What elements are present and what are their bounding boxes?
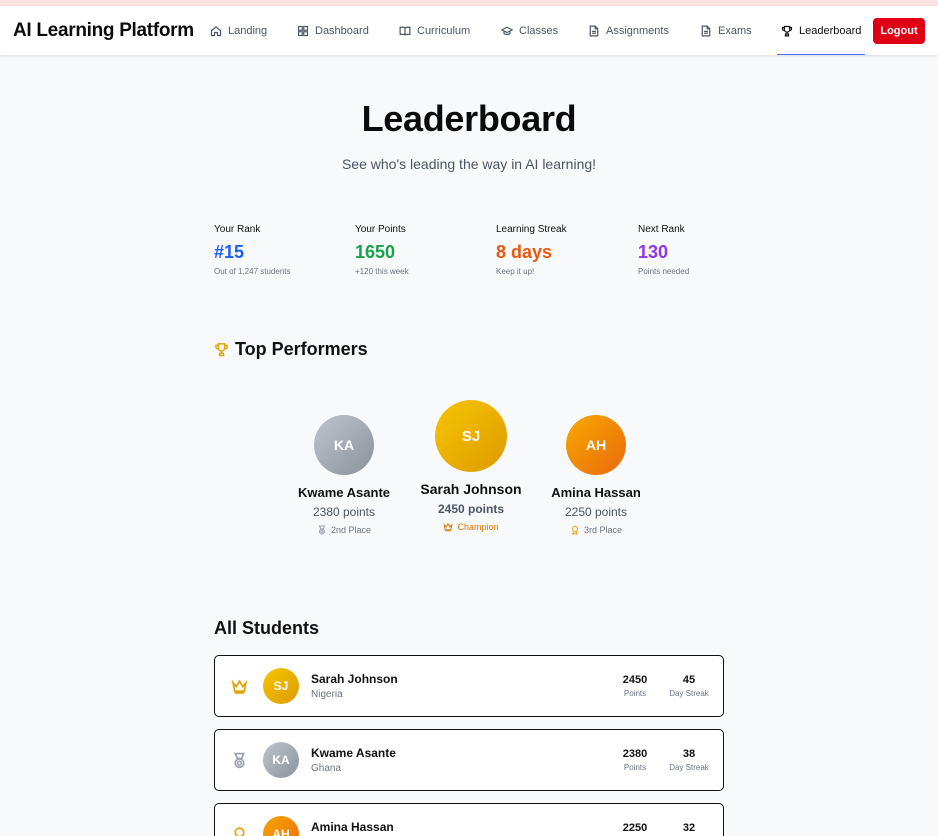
stat-next-rank: Next Rank 130 Points needed [638, 224, 768, 276]
stat-note: Out of 1,247 students [214, 267, 291, 276]
nav-item-label: Leaderboard [799, 24, 862, 37]
podium-points: 2250 points [564, 505, 628, 519]
nav-item-leaderboard[interactable]: Leaderboard [776, 6, 866, 55]
nav-item-label: Exams [718, 24, 752, 37]
logout-button[interactable]: Logout [873, 18, 925, 44]
points-metric: 2380 Points [617, 748, 653, 772]
streak-metric: 45 Day Streak [663, 674, 715, 698]
rank-icon [231, 752, 248, 769]
file-text-icon [701, 25, 711, 36]
rank-icon [231, 678, 248, 695]
nav-item-label: Dashboard [315, 24, 369, 37]
brand-title[interactable]: AI Learning Platform [13, 20, 194, 42]
points-label: Points [623, 763, 647, 772]
stat-learning-streak: Learning Streak 8 days Keep it up! [496, 224, 626, 276]
avatar: KA [314, 415, 374, 475]
streak-metric: 38 Day Streak [663, 748, 715, 772]
stat-label: Next Rank [638, 224, 685, 235]
stat-note: Keep it up! [496, 267, 535, 276]
stat-label: Learning Streak [496, 224, 567, 235]
award-icon [234, 827, 245, 836]
file-icon [589, 25, 599, 36]
stat-value: 8 days [496, 242, 553, 262]
stat-value: 1650 [355, 242, 396, 262]
student-name: Sarah Johnson [311, 672, 398, 686]
stat-value: 130 [638, 242, 669, 262]
stat-label: Your Points [355, 224, 406, 235]
all-students-title: All Students [214, 618, 320, 638]
nav-item-assignments[interactable]: Assignments [588, 6, 669, 55]
podium-place: 2nd Place [284, 525, 404, 535]
place-label: 3rd Place [583, 525, 623, 535]
avatar: AH [566, 415, 626, 475]
page-title: Leaderboard [361, 98, 577, 139]
points-label: Points [623, 689, 647, 698]
streak-value: 32 [682, 822, 696, 834]
nav-item-label: Curriculum [417, 24, 471, 37]
nav-item-label: Landing [228, 24, 268, 37]
podium-place: 3rd Place [536, 525, 656, 535]
book-icon [399, 26, 411, 36]
streak-label: Day Streak [669, 689, 709, 698]
podium-third-place[interactable]: AH Amina Hassan 2250 points 3rd Place [536, 415, 656, 535]
top-performers-title: Top Performers [235, 339, 368, 359]
stat-label: Your Rank [214, 224, 261, 235]
points-value: 2380 [622, 748, 648, 760]
trophy-icon [215, 343, 228, 357]
crown-icon [231, 679, 248, 694]
medal-icon [233, 752, 246, 769]
trophy-icon [781, 25, 793, 36]
home-icon [210, 25, 222, 36]
student-name: Kwame Asante [311, 746, 396, 760]
table-row[interactable]: SJ Sarah Johnson Nigeria 2450 Points 45 … [214, 655, 724, 717]
streak-value: 45 [682, 674, 696, 686]
streak-label: Day Streak [669, 763, 709, 772]
navbar: AI Learning Platform Landing Dashboard C… [0, 6, 938, 55]
dashboard-icon [297, 25, 309, 36]
streak-value: 38 [682, 748, 696, 760]
podium-points: 2450 points [437, 502, 505, 516]
podium-place: Champion [401, 522, 541, 532]
stat-your-points: Your Points 1650 +120 this week [355, 224, 485, 276]
nav-item-landing[interactable]: Landing [210, 6, 267, 55]
medal-icon [318, 525, 326, 535]
nav-item-dashboard[interactable]: Dashboard [297, 6, 369, 55]
student-country: Nigeria [311, 689, 343, 700]
place-label: 2nd Place [330, 525, 372, 535]
podium-name: Kwame Asante [298, 485, 390, 500]
stat-value: #15 [214, 242, 245, 262]
points-value: 2450 [622, 674, 648, 686]
podium-first-place[interactable]: SJ Sarah Johnson 2450 points Champion [401, 400, 541, 532]
stat-note: +120 this week [355, 267, 409, 276]
podium-name: Sarah Johnson [420, 481, 522, 497]
student-country: Ghana [311, 763, 342, 774]
rank-icon [231, 826, 248, 836]
avatar: SJ [435, 400, 507, 472]
avatar: SJ [263, 668, 299, 704]
page-subtitle: See who's leading the way in AI learning… [341, 156, 597, 172]
table-row[interactable]: KA Kwame Asante Ghana 2380 Points 38 Day… [214, 729, 724, 791]
nav-item-classes[interactable]: Classes [501, 6, 558, 55]
points-value: 2250 [622, 822, 648, 834]
table-row[interactable]: AH Amina Hassan 2250 32 [214, 803, 724, 836]
crown-icon [443, 522, 454, 532]
podium-name: Amina Hassan [551, 485, 641, 500]
podium-points: 2380 points [312, 505, 376, 519]
points-metric: 2250 [617, 822, 653, 834]
streak-metric: 32 [663, 822, 715, 834]
podium-second-place[interactable]: KA Kwame Asante 2380 points 2nd Place [284, 415, 404, 535]
student-name: Amina Hassan [311, 820, 394, 834]
nav-item-exams[interactable]: Exams [700, 6, 752, 55]
avatar: AH [263, 816, 299, 836]
nav-item-curriculum[interactable]: Curriculum [399, 6, 470, 55]
stat-your-rank: Your Rank #15 Out of 1,247 students [214, 224, 344, 276]
award-icon [571, 525, 578, 535]
points-metric: 2450 Points [617, 674, 653, 698]
place-label: Champion [457, 522, 499, 532]
graduation-cap-icon [501, 26, 513, 35]
stat-note: Points needed [638, 267, 690, 276]
avatar: KA [263, 742, 299, 778]
nav-item-label: Assignments [606, 24, 669, 37]
nav-item-label: Classes [519, 24, 559, 37]
